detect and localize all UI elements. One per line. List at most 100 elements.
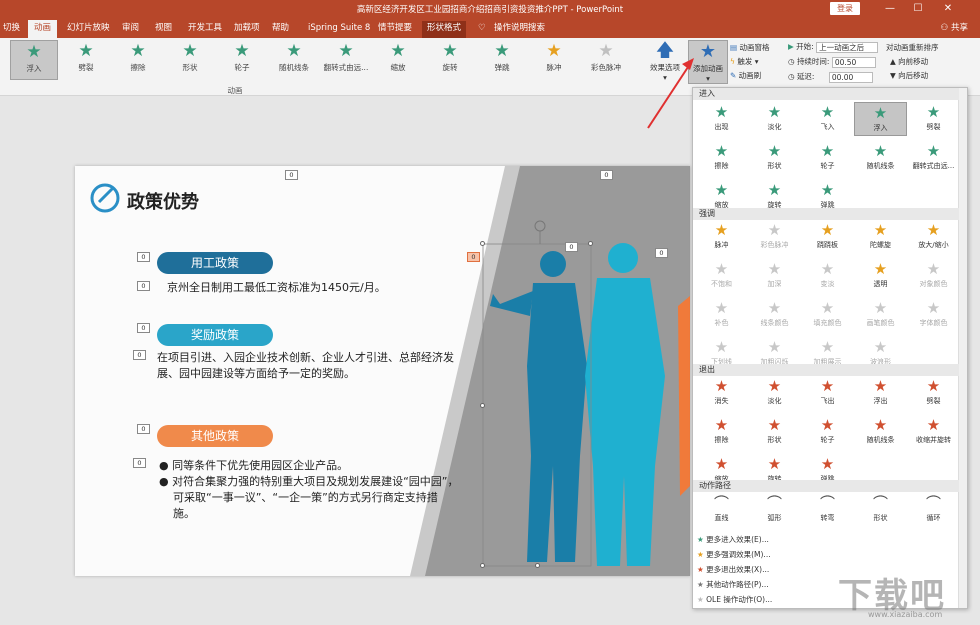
animation-tag[interactable]: 0: [137, 424, 150, 434]
close-icon[interactable]: ✕: [935, 1, 961, 17]
star-icon: ★: [767, 455, 782, 473]
resize-handle[interactable]: [535, 563, 540, 568]
effect-item[interactable]: ★ 出现: [695, 102, 748, 136]
star-icon: ★: [234, 41, 250, 61]
resize-handle[interactable]: [480, 403, 485, 408]
watermark-url: www.xiazaiba.com: [868, 610, 943, 619]
effect-item[interactable]: ★ 形状: [748, 141, 801, 175]
star-icon: ★: [926, 221, 941, 239]
animation-tag[interactable]: 0: [655, 248, 668, 258]
effect-item[interactable]: ★ 消失: [695, 376, 748, 410]
tab-review[interactable]: 审阅: [122, 21, 139, 38]
animation-pane-button[interactable]: ▤ 动画窗格: [730, 42, 769, 53]
effect-item[interactable]: ★ 形状: [748, 415, 801, 449]
tab-developer[interactable]: 开发工具: [188, 21, 222, 38]
ribbon-animation-item[interactable]: ★ 劈裂: [62, 40, 110, 80]
add-animation-button[interactable]: ★ 添加动画 ▾: [688, 40, 728, 84]
ribbon-animation-item[interactable]: ★ 脉冲: [530, 40, 578, 80]
tab-animations[interactable]: 动画: [28, 20, 58, 38]
bullet-item: ● 同等条件下优先使用园区企业产品。: [159, 459, 349, 472]
trigger-button[interactable]: ϟ 触发 ▾: [730, 56, 759, 67]
effect-item[interactable]: ★ 收缩并旋转: [907, 415, 960, 449]
ribbon-animation-item[interactable]: ★ 擦除: [114, 40, 162, 80]
tab-transitions[interactable]: 切换: [3, 21, 20, 38]
effect-item[interactable]: ★ 擦除: [695, 415, 748, 449]
star-icon: ★: [390, 41, 406, 61]
effect-item[interactable]: ★ 淡化: [748, 102, 801, 136]
tab-shape-format[interactable]: 形状格式: [422, 21, 467, 38]
tab-addins[interactable]: 加载项: [234, 21, 260, 38]
effect-label: 劈裂: [926, 397, 941, 405]
tell-me-search[interactable]: 操作说明搜索: [494, 21, 545, 38]
move-earlier-button[interactable]: ▲ 向前移动: [890, 56, 928, 67]
effect-item[interactable]: ★ 放大/缩小: [907, 220, 960, 254]
more-effects-item[interactable]: ★ 其他动作路径(P)...: [697, 579, 769, 590]
effect-item[interactable]: ★ 劈裂: [907, 376, 960, 410]
effect-item[interactable]: ★ 陀螺旋: [854, 220, 907, 254]
ribbon-animation-item[interactable]: ★ 轮子: [218, 40, 266, 80]
effect-item[interactable]: ⌒ 弧形: [748, 493, 801, 527]
animation-tag[interactable]: 0: [133, 458, 146, 468]
animation-painter-button[interactable]: ✎ 动画刷: [730, 70, 761, 81]
login-button[interactable]: 登录: [830, 2, 860, 15]
effect-item[interactable]: ★ 脉冲: [695, 220, 748, 254]
minimize-icon[interactable]: —: [877, 1, 903, 17]
animation-tag[interactable]: 0: [137, 252, 150, 262]
effect-item[interactable]: ★ 擦除: [695, 141, 748, 175]
effect-item[interactable]: ★ 透明: [854, 259, 907, 293]
more-effects-item[interactable]: ★ 更多退出效果(X)...: [697, 564, 769, 575]
more-effects-item[interactable]: ★ 更多进入效果(E)...: [697, 534, 769, 545]
maximize-icon[interactable]: ☐: [905, 1, 931, 17]
effect-item[interactable]: ★ 轮子: [801, 141, 854, 175]
effect-item[interactable]: ★ 轮子: [801, 415, 854, 449]
effect-item[interactable]: ★ 劈裂: [907, 102, 960, 136]
effect-item[interactable]: ⌒ 形状: [854, 493, 907, 527]
effect-item[interactable]: ★ 飞入: [801, 102, 854, 136]
share-button[interactable]: ⚇ 共享: [941, 21, 968, 33]
ribbon-animation-item[interactable]: ★ 旋转: [426, 40, 474, 80]
effect-item[interactable]: ★ 随机线条: [854, 415, 907, 449]
effect-label: 翻转式由远...: [912, 162, 955, 170]
slide[interactable]: 政策优势 用工政策 京州全日制用工最低工资标准为1450元/月。 奖励政策 在项…: [75, 166, 690, 576]
tab-storyboard[interactable]: 情节提要: [378, 21, 412, 38]
tab-help[interactable]: 帮助: [272, 21, 289, 38]
duration-input[interactable]: 00.50: [831, 56, 876, 68]
ribbon-animation-item[interactable]: ★ 缩放: [374, 40, 422, 80]
effect-item[interactable]: ★ 随机线条: [854, 141, 907, 175]
animation-tag[interactable]: 0: [285, 170, 298, 180]
effect-item[interactable]: ★ 浮出: [854, 376, 907, 410]
effect-options-button[interactable]: 🡅 效果选项 ▾: [646, 40, 684, 82]
employment-policy-text: 京州全日制用工最低工资标准为1450元/月。: [167, 281, 386, 294]
animation-tag-selected[interactable]: 0: [467, 252, 480, 262]
delay-input[interactable]: 00.00: [828, 71, 873, 83]
ribbon-animation-item[interactable]: ★ 浮入: [10, 40, 58, 80]
start-select[interactable]: 上一动画之后: [816, 41, 879, 53]
resize-handle[interactable]: [588, 241, 593, 246]
effect-item[interactable]: ⌒ 循环: [907, 493, 960, 527]
resize-handle[interactable]: [480, 563, 485, 568]
animation-tag[interactable]: 0: [137, 323, 150, 333]
animation-tag[interactable]: 0: [137, 281, 150, 291]
tab-slideshow[interactable]: 幻灯片放映: [67, 21, 110, 38]
effect-item[interactable]: ★ 浮入: [854, 102, 907, 136]
effect-item[interactable]: ★ 淡化: [748, 376, 801, 410]
more-effects-item[interactable]: ★ OLE 操作动作(O)...: [697, 594, 772, 605]
effect-item[interactable]: ★ 翻转式由远...: [907, 141, 960, 175]
effect-item[interactable]: ★ 飞出: [801, 376, 854, 410]
ribbon-animation-item[interactable]: ★ 随机线条: [270, 40, 318, 80]
ribbon-animation-item[interactable]: ★ 翻转式由远...: [322, 40, 370, 80]
ribbon-animation-item[interactable]: ★ 形状: [166, 40, 214, 80]
tab-view[interactable]: 视图: [155, 21, 172, 38]
animation-tag[interactable]: 0: [600, 170, 613, 180]
animation-tag[interactable]: 0: [133, 350, 146, 360]
animation-tag[interactable]: 0: [565, 242, 578, 252]
ribbon-animation-item[interactable]: ★ 弹跳: [478, 40, 526, 80]
resize-handle[interactable]: [480, 241, 485, 246]
more-effects-item[interactable]: ★ 更多强调效果(M)...: [697, 549, 771, 560]
effect-item[interactable]: ★ 跷跷板: [801, 220, 854, 254]
ribbon-animation-item[interactable]: ★ 彩色脉冲: [582, 40, 630, 80]
effect-item[interactable]: ⌒ 直线: [695, 493, 748, 527]
effect-item[interactable]: ⌒ 转弯: [801, 493, 854, 527]
tab-ispring[interactable]: iSpring Suite 8: [308, 21, 370, 38]
move-later-button[interactable]: ▼ 向后移动: [890, 70, 928, 81]
